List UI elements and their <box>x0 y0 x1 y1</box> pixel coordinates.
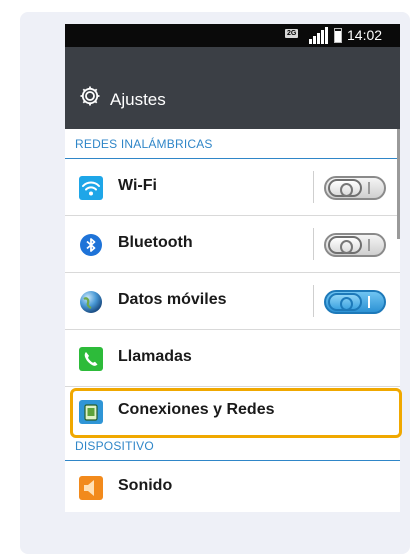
scroll-indicator[interactable] <box>397 129 400 239</box>
action-bar: Ajustes <box>65 47 400 129</box>
page-title: Ajustes <box>110 90 166 109</box>
section-title: REDES INALÁMBRICAS <box>75 137 213 151</box>
divider <box>313 228 314 260</box>
settings-item-label: Sonido <box>118 477 173 494</box>
battery-icon <box>334 28 342 43</box>
network-type-badge: 2G <box>285 29 299 38</box>
bluetooth-icon <box>79 233 103 257</box>
wifi-toggle[interactable] <box>324 176 386 200</box>
status-bar: 2G 14:02 <box>65 24 400 47</box>
settings-item-label: Conexiones y Redes <box>118 401 275 418</box>
phone-screen: 2G 14:02 Ajustes REDES INALÁMBRICAS Wi-F… <box>65 24 400 512</box>
settings-item-label: Bluetooth <box>118 234 193 251</box>
signal-icon <box>309 27 329 44</box>
settings-item-bluetooth[interactable]: Bluetooth <box>65 216 400 273</box>
settings-item-label: Datos móviles <box>118 291 227 308</box>
section-header-wireless: REDES INALÁMBRICAS <box>65 129 400 159</box>
settings-item-calls[interactable]: Llamadas <box>65 330 400 387</box>
divider <box>313 171 314 203</box>
settings-item-networks[interactable]: Conexiones y Redes <box>65 387 400 435</box>
globe-icon <box>79 290 103 314</box>
network-icon <box>79 400 103 424</box>
divider <box>313 285 314 317</box>
gear-icon <box>79 85 101 107</box>
speaker-icon <box>79 476 103 500</box>
phone-icon <box>79 347 103 371</box>
settings-item-label: Llamadas <box>118 348 192 365</box>
clock: 14:02 <box>347 27 383 43</box>
bluetooth-toggle[interactable] <box>324 233 386 257</box>
settings-item-wifi[interactable]: Wi-Fi <box>65 159 400 216</box>
mobile-data-toggle[interactable] <box>324 290 386 314</box>
settings-item-sound[interactable]: Sonido <box>65 461 400 512</box>
section-title: DISPOSITIVO <box>75 439 154 453</box>
wifi-icon <box>79 176 103 200</box>
settings-item-mobile-data[interactable]: Datos móviles <box>65 273 400 330</box>
settings-item-label: Wi-Fi <box>118 177 157 194</box>
section-header-device: DISPOSITIVO <box>65 435 400 461</box>
